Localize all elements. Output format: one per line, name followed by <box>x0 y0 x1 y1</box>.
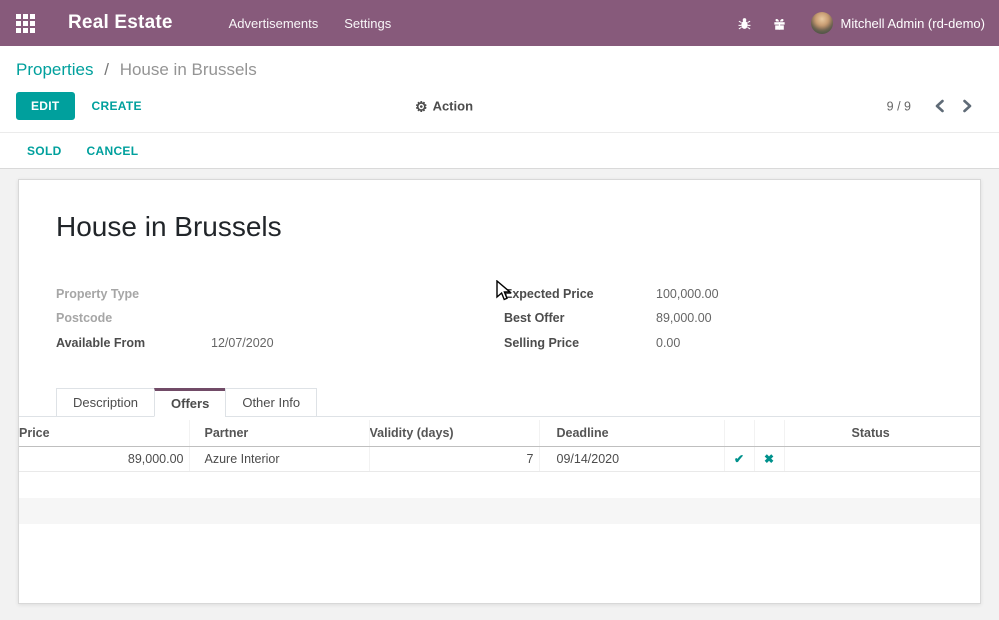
breadcrumb-current: House in Brussels <box>120 60 257 79</box>
avatar[interactable] <box>811 12 833 34</box>
column-header-price[interactable]: Price <box>19 420 189 447</box>
top-menu: Advertisements Settings <box>229 16 392 31</box>
gear-icon: ⚙ <box>415 99 428 113</box>
control-panel-buttons: EDIT CREATE ⚙ Action 9 / 9 <box>16 92 983 120</box>
field-best-offer: Best Offer 89,000.00 <box>504 306 944 330</box>
postcode-label: Postcode <box>56 311 211 325</box>
breadcrumb: Properties / House in Brussels <box>16 59 983 81</box>
form-sheet: House in Brussels Property Type Postcode… <box>18 179 981 604</box>
refuse-offer-icon[interactable]: ✖ <box>764 453 774 465</box>
breadcrumb-properties-link[interactable]: Properties <box>16 60 93 79</box>
pager-previous-icon[interactable] <box>932 98 947 115</box>
edit-button[interactable]: EDIT <box>16 92 75 120</box>
cancel-button[interactable]: CANCEL <box>87 144 139 158</box>
property-type-label: Property Type <box>56 287 211 301</box>
empty-row <box>19 472 980 498</box>
form-view-content: House in Brussels Property Type Postcode… <box>0 179 999 620</box>
expected-price-value: 100,000.00 <box>656 287 719 301</box>
sold-button[interactable]: SOLD <box>27 144 62 158</box>
available-from-label: Available From <box>56 336 211 350</box>
tab-offers[interactable]: Offers <box>154 388 226 417</box>
statusbar: SOLD CANCEL <box>0 133 999 169</box>
available-from-value: 12/07/2020 <box>211 336 274 350</box>
menu-item-advertisements[interactable]: Advertisements <box>229 16 319 31</box>
selling-price-value: 0.00 <box>656 336 680 350</box>
app-brand[interactable]: Real Estate <box>68 12 173 34</box>
field-column-right: Expected Price 100,000.00 Best Offer 89,… <box>504 282 944 355</box>
record-title: House in Brussels <box>56 210 980 244</box>
field-expected-price: Expected Price 100,000.00 <box>504 282 944 306</box>
field-grid: Property Type Postcode Available From 12… <box>56 282 980 355</box>
top-navbar: Real Estate Advertisements Settings <box>0 0 999 46</box>
menu-item-settings[interactable]: Settings <box>344 16 391 31</box>
field-column-left: Property Type Postcode Available From 12… <box>56 282 504 355</box>
accept-offer-icon[interactable]: ✔ <box>734 453 744 465</box>
navbar-right: Mitchell Admin (rd-demo) <box>737 12 986 34</box>
field-property-type: Property Type <box>56 282 504 306</box>
empty-row-shaded <box>19 498 980 524</box>
user-menu[interactable]: Mitchell Admin (rd-demo) <box>841 16 986 31</box>
column-header-partner[interactable]: Partner <box>189 420 369 447</box>
column-header-status[interactable]: Status <box>784 420 980 447</box>
column-header-refuse <box>754 420 784 447</box>
breadcrumb-separator: / <box>104 60 109 79</box>
pager: 9 / 9 <box>887 98 975 115</box>
column-header-accept <box>724 420 754 447</box>
best-offer-label: Best Offer <box>504 311 656 325</box>
offer-row[interactable]: 89,000.00 Azure Interior 7 09/14/2020 ✔ … <box>19 447 980 472</box>
offer-validity: 7 <box>369 447 539 472</box>
field-selling-price: Selling Price 0.00 <box>504 331 944 355</box>
best-offer-value: 89,000.00 <box>656 311 712 325</box>
offer-price: 89,000.00 <box>19 447 189 472</box>
control-panel: Properties / House in Brussels EDIT CREA… <box>0 46 999 133</box>
create-button[interactable]: CREATE <box>92 99 142 113</box>
gift-icon[interactable] <box>772 15 788 31</box>
expected-price-label: Expected Price <box>504 287 656 301</box>
apps-grid-icon[interactable] <box>16 14 35 33</box>
bug-icon[interactable] <box>737 15 753 31</box>
column-header-validity[interactable]: Validity (days) <box>369 420 539 447</box>
tab-other-info[interactable]: Other Info <box>225 388 317 417</box>
offers-table: Price Partner Validity (days) Deadline S… <box>19 420 980 524</box>
pager-next-icon[interactable] <box>960 98 975 115</box>
pager-value: 9 / 9 <box>887 99 911 113</box>
column-header-deadline[interactable]: Deadline <box>539 420 724 447</box>
action-label: Action <box>433 99 473 114</box>
offer-deadline: 09/14/2020 <box>539 447 724 472</box>
field-available-from: Available From 12/07/2020 <box>56 331 504 355</box>
action-menu-button[interactable]: ⚙ Action <box>415 99 473 114</box>
offer-partner: Azure Interior <box>189 447 369 472</box>
offers-table-header: Price Partner Validity (days) Deadline S… <box>19 420 980 447</box>
selling-price-label: Selling Price <box>504 336 656 350</box>
tab-description[interactable]: Description <box>56 388 155 417</box>
notebook-tabs: Description Offers Other Info <box>19 387 980 417</box>
offer-status <box>784 447 980 472</box>
field-postcode: Postcode <box>56 306 504 330</box>
